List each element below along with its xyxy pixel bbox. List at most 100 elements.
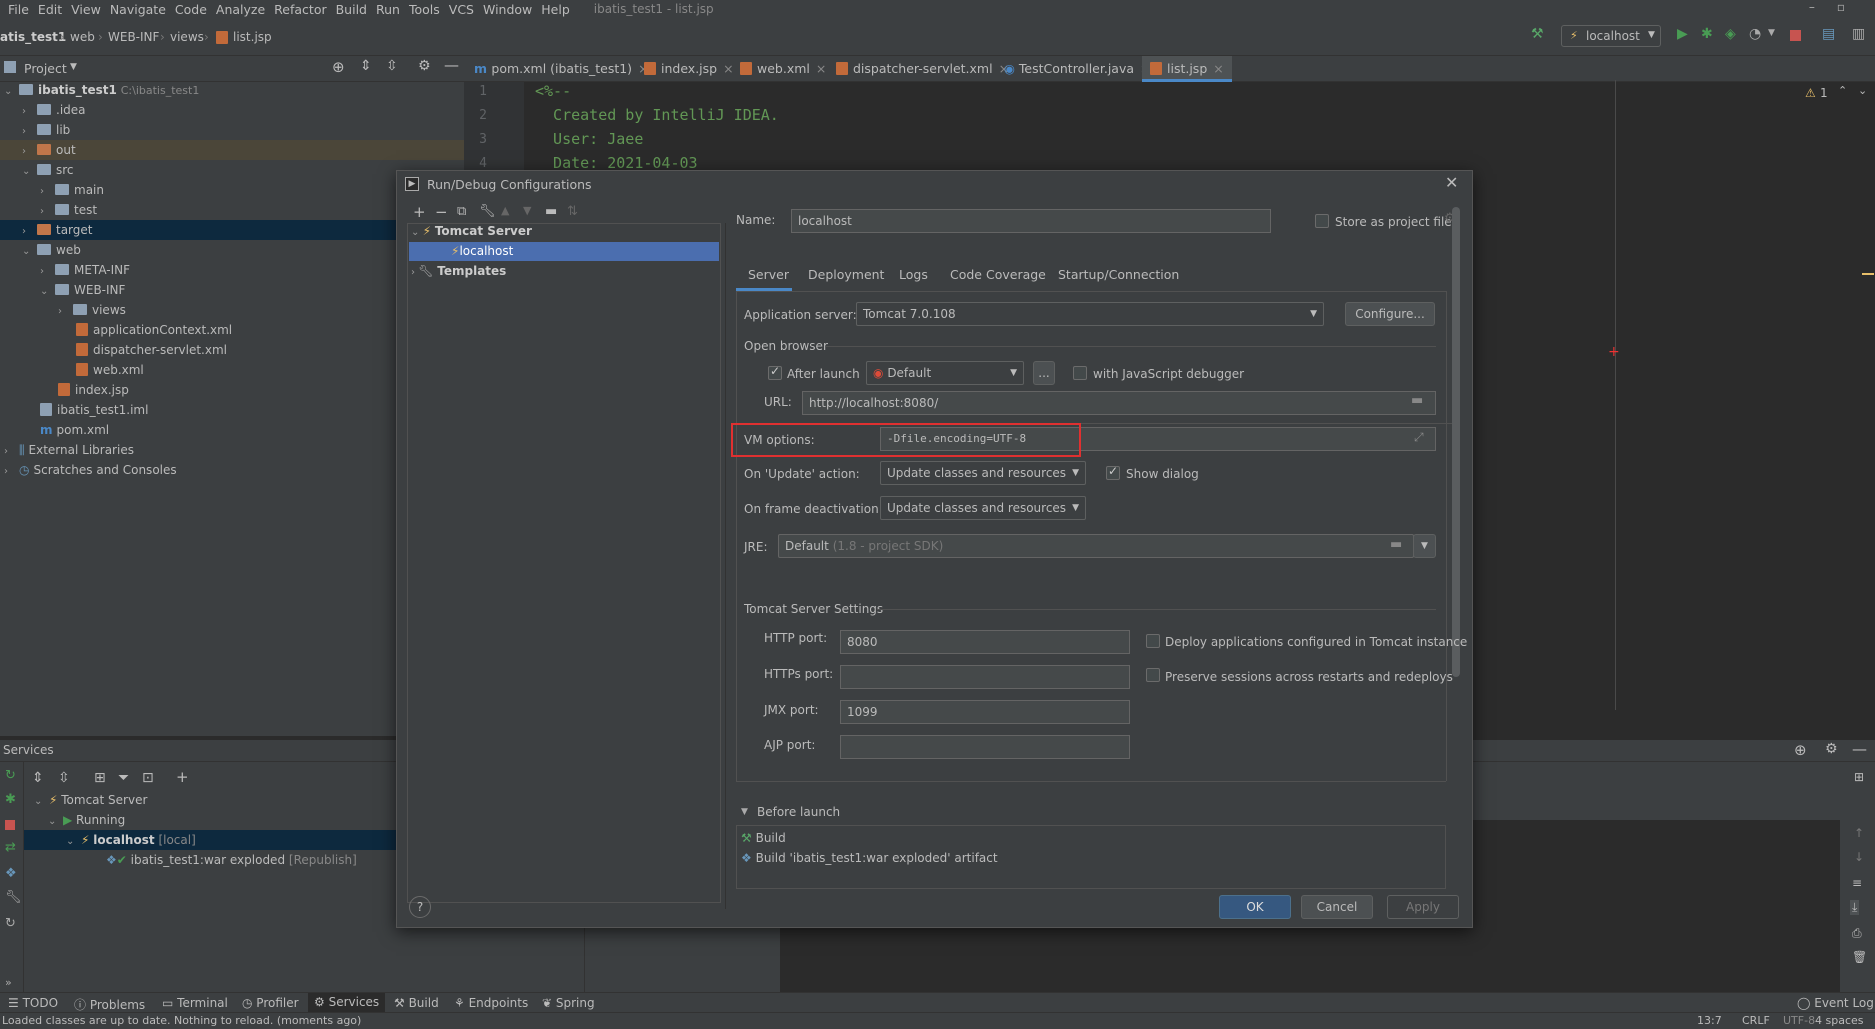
expand-field-icon[interactable]: ⤢ — [1414, 430, 1424, 445]
warning-icon[interactable]: ⚠ — [1805, 86, 1816, 100]
deploy-apps-checkbox[interactable] — [1146, 634, 1160, 648]
run-config-selector[interactable]: ⚡ localhost ▼ — [1561, 25, 1661, 47]
dialog-scrollbar[interactable] — [1452, 207, 1460, 677]
menu-refactor[interactable]: Refactor — [274, 2, 326, 17]
remove-config-icon[interactable]: − — [435, 203, 448, 221]
code-line[interactable]: User: Jaee — [535, 130, 643, 148]
copy-config-icon[interactable]: ⧉ — [457, 204, 466, 219]
show-dialog-checkbox[interactable] — [1106, 464, 1120, 480]
tab-web-xml[interactable]: web.xml × — [740, 56, 826, 82]
stop-icon[interactable] — [1790, 30, 1801, 41]
https-port-input[interactable] — [840, 665, 1130, 689]
coverage-icon[interactable]: ◈ — [1725, 26, 1736, 42]
breadcrumb-project[interactable]: atis_test1 — [0, 30, 66, 44]
folder-browse-icon[interactable]: ▬ — [1411, 393, 1423, 408]
tree-item-iml[interactable]: ibatis_test1.iml — [0, 400, 464, 420]
apply-button[interactable]: Apply — [1387, 895, 1459, 919]
update-icon[interactable]: ⇄ — [5, 840, 16, 855]
folder-icon[interactable]: ▬ — [545, 204, 557, 219]
store-project-checkbox[interactable] — [1315, 214, 1329, 228]
hide-icon[interactable]: — — [444, 56, 459, 74]
print-icon[interactable]: ⎙ — [1852, 926, 1862, 941]
tree-item-views[interactable]: › views — [0, 300, 464, 320]
close-icon[interactable]: ✕ — [1445, 173, 1458, 192]
chevron-down-icon[interactable]: ▼ — [741, 807, 748, 817]
tab-index-jsp[interactable]: index.jsp × — [644, 56, 734, 82]
menu-navigate[interactable]: Navigate — [110, 2, 166, 17]
debug-icon[interactable]: ✱ — [1701, 26, 1713, 42]
tree-item-webinf[interactable]: ⌄ WEB-INF — [0, 280, 464, 300]
hide-icon[interactable]: — — [1852, 740, 1867, 758]
menu-build[interactable]: Build — [336, 2, 367, 17]
jre-select[interactable]: Default (1.8 - project SDK) — [778, 534, 1414, 558]
folder-browse-icon[interactable]: ▬ — [1390, 537, 1402, 552]
configure-button[interactable]: Configure... — [1345, 302, 1435, 326]
name-input[interactable]: localhost — [791, 209, 1271, 233]
menu-edit[interactable]: Edit — [38, 2, 62, 17]
expand-all-icon[interactable]: ⇕ — [32, 770, 44, 786]
tree-localhost-selected[interactable]: ⚡localhost — [409, 242, 719, 261]
tree-item-main[interactable]: › main — [0, 180, 464, 200]
cancel-button[interactable]: Cancel — [1301, 895, 1373, 919]
stop-icon[interactable] — [5, 820, 15, 830]
breadcrumb-webinf[interactable]: WEB-INF — [108, 30, 159, 44]
menu-vcs[interactable]: VCS — [449, 2, 474, 17]
chevron-down-icon[interactable]: ▼ — [70, 62, 77, 72]
move-down-icon[interactable]: ▼ — [523, 204, 531, 217]
tab-server[interactable]: Server — [748, 267, 789, 282]
group-icon[interactable]: ⊞ — [94, 770, 106, 786]
tree-item-appcontext[interactable]: applicationContext.xml — [0, 320, 464, 340]
menu-file[interactable]: File — [8, 2, 29, 17]
deploy-icon[interactable]: ❖ — [5, 866, 17, 881]
browser-ellipsis-button[interactable]: ... — [1033, 361, 1055, 385]
app-server-select[interactable]: Tomcat 7.0.108 ▼ — [856, 302, 1324, 326]
menu-analyze[interactable]: Analyze — [216, 2, 265, 17]
http-port-input[interactable]: 8080 — [840, 630, 1130, 654]
tree-item-test[interactable]: › test — [0, 200, 464, 220]
preserve-sessions-checkbox[interactable] — [1146, 668, 1160, 682]
collapse-all-icon[interactable]: ⇳ — [58, 770, 70, 786]
tree-templates[interactable]: › 🔧︎ Templates — [411, 264, 506, 278]
collapse-all-icon[interactable]: ⇳ — [386, 58, 398, 74]
arrow-up-icon[interactable]: ↑ — [1854, 826, 1864, 840]
status-position[interactable]: 13:7 — [1697, 1014, 1722, 1027]
menu-tools[interactable]: Tools — [409, 2, 440, 17]
status-indent[interactable]: 4 spaces — [1815, 1014, 1864, 1027]
tree-item-webxml[interactable]: web.xml — [0, 360, 464, 380]
gear-icon[interactable]: ⚙ — [418, 58, 431, 74]
rerun-icon[interactable]: ↻ — [5, 768, 16, 783]
tree-item-web[interactable]: ⌄ web — [0, 240, 464, 260]
soft-wrap-icon[interactable]: ≡ — [1852, 876, 1862, 890]
breadcrumb-web[interactable]: web — [70, 30, 95, 44]
frame-deactivation-select[interactable]: Update classes and resources ▼ — [880, 496, 1086, 520]
locate-icon[interactable]: ⊕ — [1794, 741, 1807, 759]
warning-stripe[interactable] — [1862, 273, 1874, 275]
tree-item-target[interactable]: › target — [0, 220, 464, 240]
wrench-icon[interactable]: 🔧︎ — [5, 890, 22, 905]
ajp-port-input[interactable] — [840, 735, 1130, 759]
window-controls[interactable]: –▫ — [1809, 0, 1867, 14]
tree-item-metainf[interactable]: › META-INF — [0, 260, 464, 280]
before-launch-artifact[interactable]: ❖ Build 'ibatis_test1:war exploded' arti… — [737, 849, 1445, 867]
tab-list-jsp[interactable]: list.jsp × — [1142, 56, 1232, 82]
profile-icon[interactable]: ◔ — [1749, 26, 1761, 42]
before-launch-section[interactable]: Before launch — [757, 805, 840, 819]
tool-todo[interactable]: ☰ TODO — [8, 996, 58, 1010]
arrow-down-icon[interactable]: ↓ — [1854, 850, 1864, 864]
project-view-title[interactable]: Project — [24, 61, 67, 76]
wrench-icon[interactable]: 🔧︎ — [479, 204, 496, 219]
after-launch-checkbox[interactable] — [768, 364, 782, 380]
layout-icon[interactable]: ▥ — [1852, 26, 1865, 42]
refresh-icon[interactable]: ↻ — [5, 916, 16, 931]
tab-logs[interactable]: Logs — [899, 267, 928, 282]
menu-code[interactable]: Code — [175, 2, 207, 17]
tool-services[interactable]: ⚙ Services — [308, 993, 386, 1013]
expand-all-icon[interactable]: ⇕ — [360, 58, 372, 74]
tree-item-scratches[interactable]: › ◷ Scratches and Consoles — [0, 460, 464, 480]
chevron-down-icon[interactable]: ▼ — [1768, 28, 1775, 38]
layout-icon[interactable]: ⊞ — [1854, 770, 1864, 784]
build-hammer-icon[interactable]: ⚒ — [1531, 26, 1544, 42]
chevron-down-icon[interactable]: ⌄ — [1858, 84, 1867, 97]
status-line-separator[interactable]: CRLF — [1742, 1014, 1770, 1027]
tab-testcontroller[interactable]: ◉ TestController.java× — [1004, 56, 1151, 82]
